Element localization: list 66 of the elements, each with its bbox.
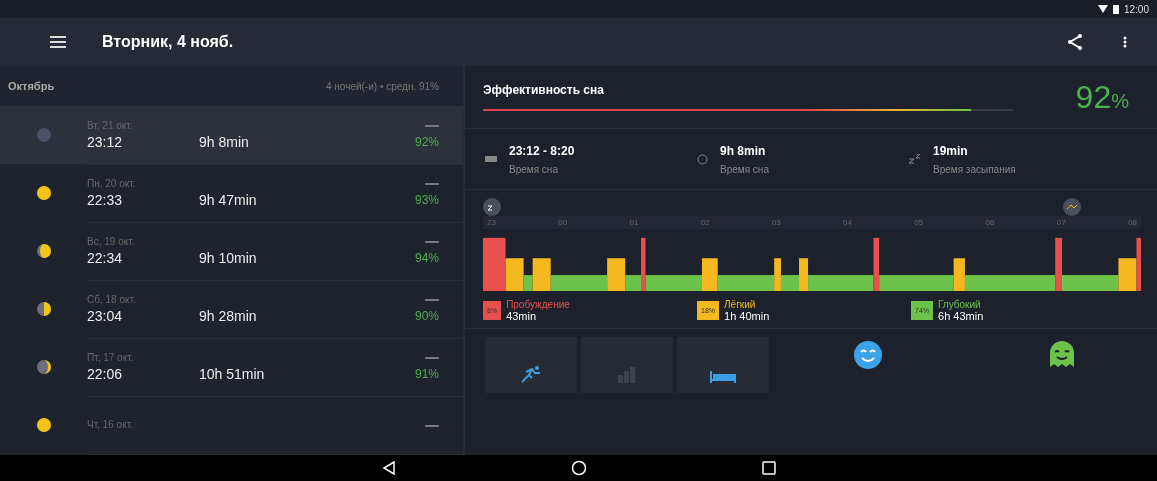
stage-name: Лёгкий (724, 299, 757, 310)
stat-label: Время сна (720, 163, 769, 175)
bed-time: 23:12 (87, 133, 124, 150)
moon-icon (37, 302, 51, 316)
more-icon[interactable] (1123, 36, 1127, 48)
night-date: Сб, 18 окт. (87, 293, 136, 305)
stage-name: Глубокий (938, 299, 982, 310)
sleep-duration: 9h 8min (199, 133, 250, 150)
stat-value: 19min (933, 143, 969, 158)
night-date: Пт, 17 окт. (87, 351, 134, 363)
night-row[interactable]: Пт, 17 окт. 22:06 10h 51min 91% (0, 338, 463, 396)
month-summary: 4 ночей(-и) • средн. 91% (325, 80, 439, 92)
sleep-score: 92% (414, 134, 439, 149)
bed-time: 22:34 (87, 249, 124, 266)
sleep-score: 90% (414, 308, 439, 323)
back-icon[interactable] (381, 461, 396, 475)
view-tab[interactable] (677, 337, 769, 393)
sleep-duration: 9h 10min (199, 249, 258, 266)
hour-label: 01 (629, 218, 639, 227)
night-date: Вс, 19 окт. (87, 235, 135, 247)
stage-duration: 43min (506, 310, 538, 322)
sleep-icon (909, 154, 921, 164)
month-label: Октябрь (8, 80, 55, 92)
stat-value: 23:12 - 8:20 (509, 143, 575, 158)
menu-icon[interactable] (50, 36, 66, 48)
stage-name: Пробуждение (506, 299, 570, 310)
sleep-score: 93% (414, 192, 439, 207)
sleep-duration: 9h 28min (199, 307, 258, 324)
night-date: Чт, 16 окт. (87, 419, 133, 430)
battery-icon (1112, 4, 1119, 14)
efficiency-value: 92% (1075, 78, 1129, 116)
recents-icon[interactable] (761, 461, 776, 475)
toolbar-title: Вторник, 4 нояб. (102, 33, 234, 51)
moon-icon (37, 418, 51, 432)
runner-icon (520, 365, 542, 383)
night-row[interactable]: Сб, 18 окт. 23:04 9h 28min 90% (0, 280, 463, 338)
moon-icon (37, 244, 51, 258)
moon-icon (37, 360, 51, 374)
bed-time: 22:33 (87, 191, 124, 208)
stat-label: Время сна (509, 163, 559, 175)
stage-duration: 6h 43min (938, 310, 984, 322)
sleep-duration: 10h 51min (199, 365, 266, 382)
wifi-icon (1097, 5, 1108, 13)
night-row[interactable]: Вс, 19 окт. 22:34 9h 10min 94% (0, 222, 463, 280)
stage-duration: 1h 40min (724, 310, 770, 322)
moon-icon (37, 186, 51, 200)
share-icon[interactable] (1067, 34, 1083, 50)
sleep-score: 94% (414, 250, 439, 265)
clock-icon (697, 153, 708, 165)
smiley-icon[interactable] (854, 341, 882, 369)
sleep-score: 91% (414, 366, 439, 381)
stat-label: Время засыпания (933, 163, 1016, 175)
stat-value: 9h 8min (720, 143, 767, 158)
ghost-icon[interactable] (1050, 341, 1074, 367)
wake-icon (1063, 198, 1081, 216)
bed-time: 22:06 (87, 365, 124, 382)
bed-time: 23:04 (87, 307, 124, 324)
moon-icon (37, 128, 51, 142)
hour-label: 04 (843, 218, 852, 227)
night-row[interactable]: Пн, 20 окт. 22:33 9h 47min 93% (0, 164, 463, 222)
sleep-start-icon (483, 198, 501, 216)
home-icon[interactable] (570, 460, 587, 476)
status-time: 12:00 (1123, 3, 1149, 15)
night-date: Пн, 20 окт. (87, 177, 136, 189)
efficiency-title: Эффективность сна (483, 83, 605, 97)
sleep-duration: 9h 47min (199, 191, 258, 208)
